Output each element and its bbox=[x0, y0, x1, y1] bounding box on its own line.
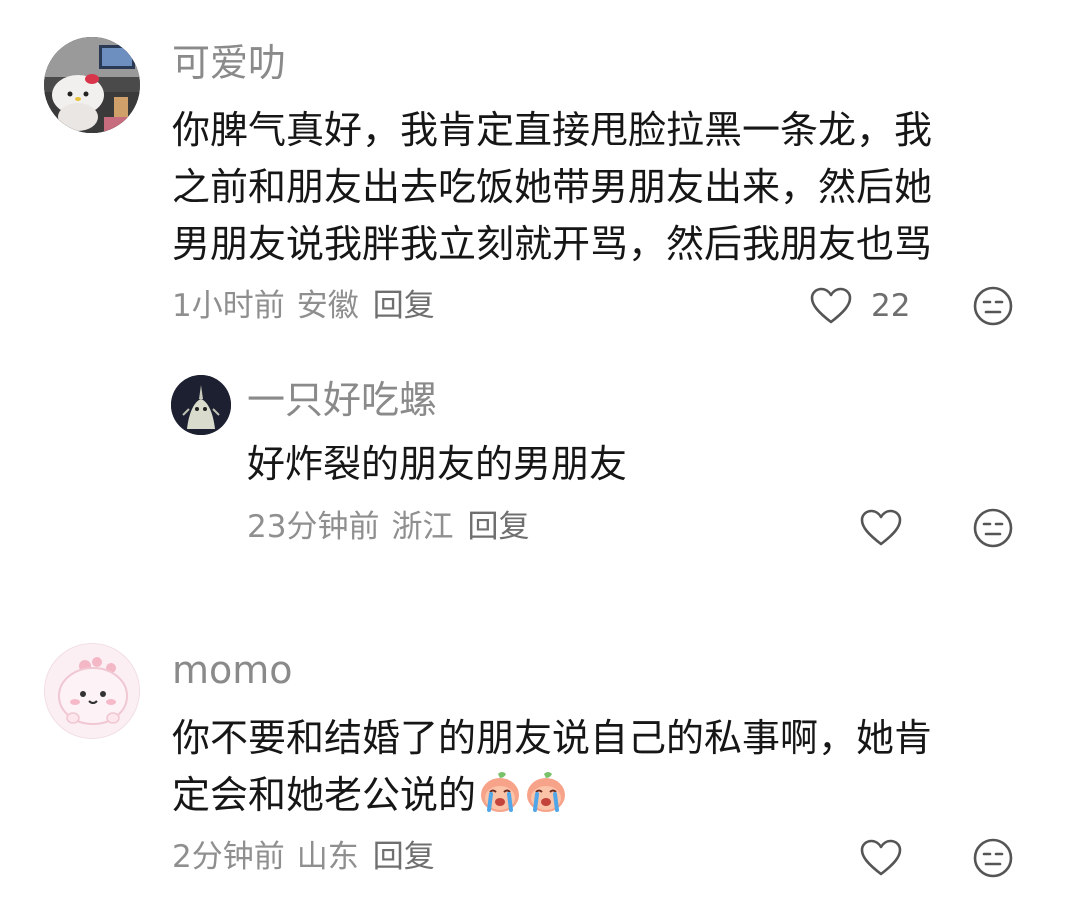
comment-location: 安徽 bbox=[296, 288, 359, 324]
comment-text-line: 男朋友说我胖我立刻就开骂，然后我朋友也骂 bbox=[172, 222, 933, 266]
user-avatar[interactable] bbox=[44, 643, 140, 739]
comment-meta: 2分钟前 山东 回复 bbox=[172, 837, 435, 877]
comment-time: 1小时前 bbox=[172, 288, 285, 324]
comment-text-line-with-emoji: 定会和她老公说的 bbox=[172, 767, 568, 824]
hello-kitty-plush-photo bbox=[44, 37, 140, 133]
neutral-face-icon bbox=[973, 508, 1013, 548]
reply-username[interactable]: 一只好吃螺 bbox=[247, 377, 437, 423]
comment-text-segment: 定会和她老公说的 bbox=[172, 773, 477, 817]
like-button[interactable] bbox=[858, 505, 904, 551]
reply-button[interactable]: 回复 bbox=[467, 509, 529, 545]
neutral-face-icon bbox=[973, 838, 1013, 878]
comment-username[interactable]: momo bbox=[172, 647, 293, 693]
comment-text-line: 你脾气真好，我肯定直接甩脸拉黑一条龙，我 bbox=[172, 108, 933, 152]
reply-text: 好炸裂的朋友的男朋友 bbox=[247, 442, 628, 486]
user-avatar[interactable] bbox=[171, 375, 231, 435]
reply-time: 23分钟前 bbox=[247, 509, 380, 545]
like-count: 22 bbox=[871, 288, 911, 324]
reply-location: 浙江 bbox=[391, 509, 454, 545]
neutral-face-icon bbox=[973, 286, 1013, 326]
comment-username[interactable]: 可爱叻 bbox=[172, 40, 286, 86]
like-button[interactable] bbox=[808, 283, 854, 329]
crying-peach-emoji bbox=[527, 772, 566, 812]
like-button[interactable] bbox=[858, 835, 904, 881]
pink-blob-character-avatar bbox=[45, 644, 139, 738]
dark-creature-avatar bbox=[171, 375, 231, 435]
comment-time: 2分钟前 bbox=[172, 839, 285, 875]
dislike-button[interactable] bbox=[970, 283, 1016, 329]
dislike-button[interactable] bbox=[970, 505, 1016, 551]
heart-icon bbox=[860, 509, 902, 546]
crying-peach-emoji bbox=[481, 772, 520, 812]
comment-text-line: 你不要和结婚了的朋友说自己的私事啊，她肯 bbox=[172, 716, 933, 760]
reply-meta: 23分钟前 浙江 回复 bbox=[247, 507, 529, 547]
heart-icon bbox=[810, 287, 852, 324]
reply-button[interactable]: 回复 bbox=[373, 288, 435, 324]
user-avatar[interactable] bbox=[44, 37, 140, 133]
heart-icon bbox=[860, 839, 902, 876]
reply-button[interactable]: 回复 bbox=[373, 839, 435, 875]
dislike-button[interactable] bbox=[970, 835, 1016, 881]
comment-text-line: 之前和朋友出去吃饭她带男朋友出来，然后她 bbox=[172, 165, 933, 209]
comment-location: 山东 bbox=[296, 839, 359, 875]
comment-meta: 1小时前 安徽 回复 bbox=[172, 286, 435, 326]
